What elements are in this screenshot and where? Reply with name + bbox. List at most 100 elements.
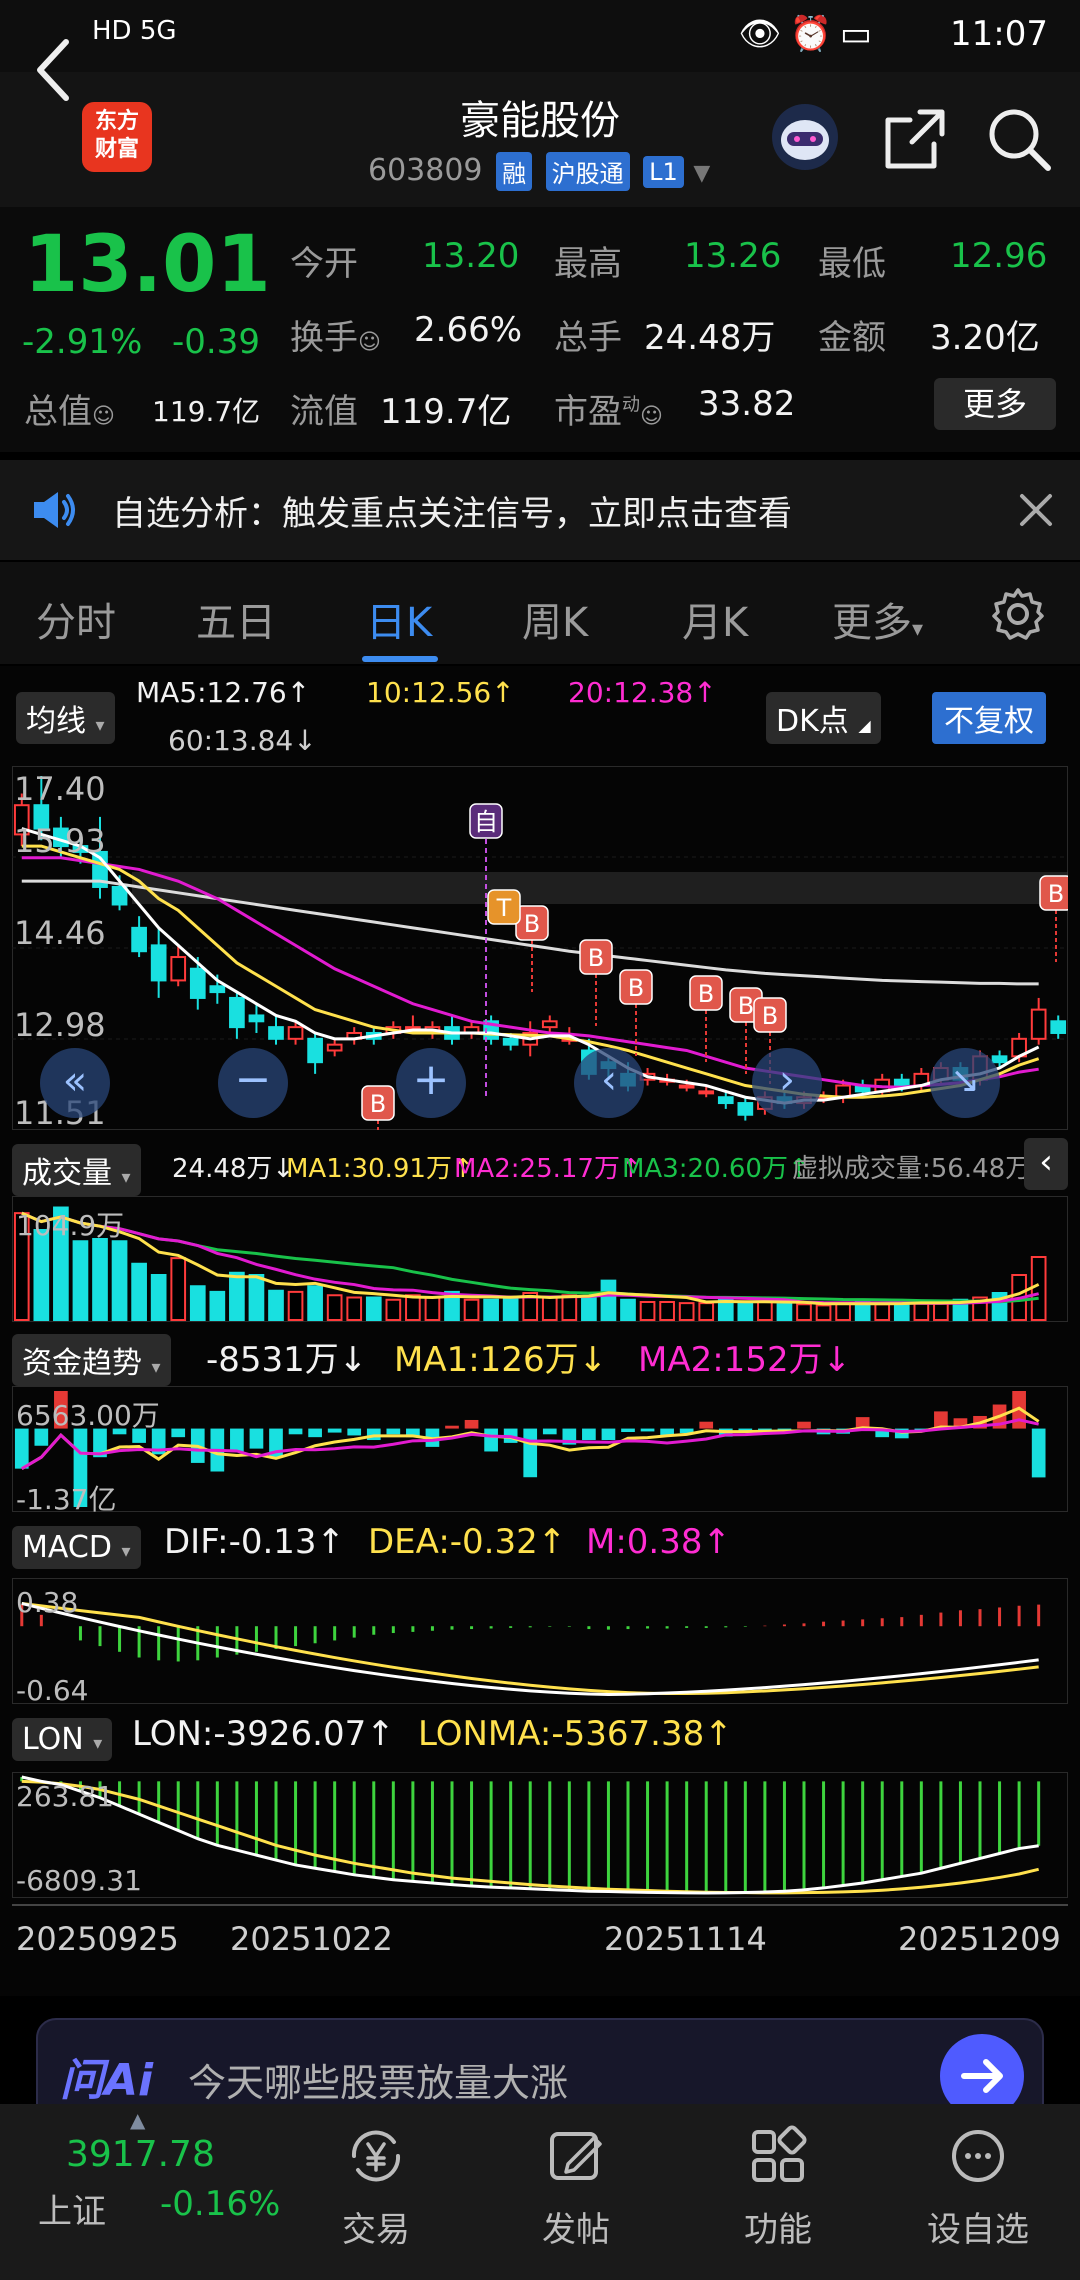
volume-bar [229, 1271, 245, 1321]
volume-bar [463, 1298, 480, 1321]
volume-selector[interactable]: 成交量 ▾ [12, 1144, 141, 1196]
volume-chart [12, 1196, 1068, 1322]
tab-monthly-k[interactable]: 月K [682, 590, 748, 648]
candle-body [502, 1037, 519, 1046]
nav-trade[interactable]: 交易 [306, 2124, 446, 2251]
nav-post-label: 发帖 [542, 2210, 610, 2250]
tab-intraday[interactable]: 分时 [36, 590, 116, 648]
fund-trend-value: -8531万↓ [206, 1340, 368, 1380]
candle-body [717, 1096, 734, 1105]
price-axis-4: 12.98 [14, 1006, 106, 1044]
search-icon[interactable] [984, 104, 1054, 174]
candle-body [287, 1026, 304, 1040]
macd-m: M:0.38↑ [586, 1522, 731, 1562]
fund-trend-ma2: MA2:152万↓ [638, 1340, 852, 1380]
volume-bar [737, 1302, 754, 1321]
yen-cycle-icon [351, 2130, 401, 2182]
scroll-left-icon[interactable]: ‹ [574, 1048, 644, 1118]
macd-selector[interactable]: MACD ▾ [12, 1526, 141, 1569]
collapse-panel-icon[interactable]: ‹ [1024, 1138, 1068, 1190]
mktcap-label: 总值☺ [24, 392, 115, 432]
fund-axis-bottom: -1.37亿 [16, 1483, 117, 1516]
analysis-notice[interactable]: 自选分析：触发重点关注信号，立即点击查看 [0, 460, 1080, 560]
volume-bar [346, 1296, 363, 1321]
volume-bar [307, 1285, 323, 1322]
zoom-out-icon[interactable]: − [218, 1048, 288, 1118]
volume-bar [893, 1302, 910, 1321]
nav-trade-label: 交易 [342, 2210, 410, 2250]
candle-body [737, 1102, 754, 1116]
turnover-label: 换手☺ [290, 318, 381, 358]
lon-axis-top: 263.81 [16, 1780, 114, 1813]
tab-five-day[interactable]: 五日 [196, 590, 276, 648]
candle-body [698, 1090, 715, 1095]
buy-signal-marker: B [762, 1002, 778, 1030]
dk-point-button[interactable]: DK点 ◢ [766, 692, 881, 744]
candle-body [268, 1026, 284, 1040]
lon-chart [12, 1772, 1068, 1898]
scroll-right-icon[interactable]: › [752, 1048, 822, 1118]
volume-bar [541, 1296, 558, 1321]
ma-selector[interactable]: 均线 ▾ [16, 692, 115, 744]
nav-post[interactable]: 发帖 [506, 2124, 646, 2251]
candle-body [209, 985, 226, 994]
fund-flow-bar [601, 1428, 616, 1441]
index-change[interactable]: -0.16% [160, 2184, 280, 2224]
candle-body [307, 1037, 323, 1064]
macd-dif: DIF:-0.13↑ [164, 1522, 346, 1562]
active-tab-indicator [362, 656, 438, 662]
stock-code-row[interactable]: 603809 融 沪股通 L1 ▼ [368, 152, 710, 191]
buy-signal-marker: B [370, 1090, 386, 1118]
volume-axis-top: 104.9万 [16, 1209, 125, 1242]
gear-icon[interactable] [990, 586, 1046, 642]
close-icon[interactable] [1018, 492, 1054, 528]
tab-weekly-k[interactable]: 周K [522, 590, 588, 648]
more-button[interactable]: 更多 [934, 378, 1056, 430]
fund-trend-ma1: MA1:126万↓ [394, 1340, 608, 1380]
mktcap-value: 119.7亿 [152, 395, 261, 428]
index-value[interactable]: 3917.78 [66, 2134, 215, 2175]
volume-bar [815, 1304, 832, 1321]
fund-trend-selector[interactable]: 资金趋势 ▾ [12, 1334, 171, 1386]
scroll-left-fast-icon[interactable]: « [40, 1048, 110, 1118]
candle-body [150, 944, 167, 982]
date-label-1: 20250925 [16, 1920, 179, 1958]
fund-flow-bar [542, 1428, 557, 1435]
nav-add-watchlist[interactable]: 设自选 [908, 2124, 1048, 2251]
fund-flow-bar [523, 1428, 538, 1478]
price-axis-2: 15.93 [14, 822, 106, 860]
robot-assistant-icon[interactable] [770, 102, 840, 172]
network-indicator: HD 5G [92, 16, 177, 46]
clock: 11:07 [950, 14, 1048, 54]
scroll-end-icon[interactable]: ↘ [930, 1048, 1000, 1118]
no-adjust-button[interactable]: 不复权 [932, 692, 1046, 744]
volume-bar [835, 1302, 851, 1321]
volume-bar [561, 1294, 578, 1322]
candle-body [541, 1020, 558, 1029]
volume-bar [776, 1303, 793, 1322]
volume-bar [581, 1296, 597, 1321]
date-label-3: 20251114 [604, 1920, 767, 1958]
ma10-legend: 10:12.56↑ [366, 676, 515, 709]
fund-trend-chart [12, 1386, 1068, 1512]
share-icon[interactable] [880, 104, 950, 174]
nav-functions[interactable]: 功能 [708, 2124, 848, 2251]
zoom-in-icon[interactable]: + [396, 1048, 466, 1118]
tab-daily-k[interactable]: 日K [366, 590, 432, 648]
dropdown-icon: ▼ [693, 161, 711, 186]
candle-body [678, 1084, 695, 1089]
date-label-2: 20251022 [230, 1920, 393, 1958]
index-name[interactable]: 上证 [38, 2184, 106, 2233]
buy-signal-marker: B [524, 910, 540, 938]
nav-functions-label: 功能 [744, 2210, 812, 2250]
volume-bar [874, 1303, 891, 1322]
fund-flow-bar [621, 1428, 635, 1433]
volume-bar [111, 1240, 128, 1322]
volume-bar [698, 1302, 715, 1321]
tab-more[interactable]: 更多▾ [832, 590, 923, 648]
lon-selector[interactable]: LON ▾ [12, 1718, 113, 1761]
fund-flow-bar [386, 1428, 401, 1435]
candlestick-chart[interactable]: BBBB B B BB自T [12, 766, 1068, 1130]
price-axis-1: 17.40 [14, 770, 106, 808]
buy-signal-marker: B [738, 992, 754, 1020]
